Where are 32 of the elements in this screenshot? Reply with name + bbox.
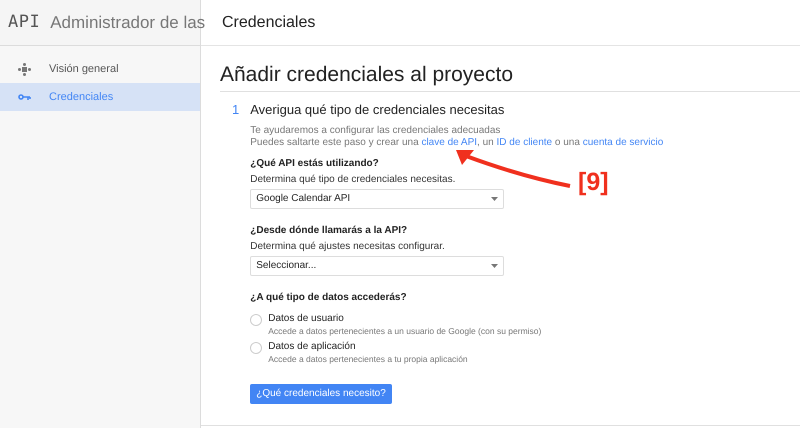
option-description: Accede a datos pertenecientes a un usuario de Google (con su permiso) xyxy=(268,326,542,336)
question-hint: Determina qué tipo de credenciales necesitas. xyxy=(250,174,456,186)
dropdown[interactable]: Google Calendar API xyxy=(250,189,504,209)
caret-icon xyxy=(491,264,498,268)
app-title: Administrador de las xyxy=(50,12,206,34)
radio-button[interactable] xyxy=(250,342,262,354)
question-title: ¿Desde dónde llamarás a la API? xyxy=(250,225,408,237)
sidebar-item[interactable]: Credenciales xyxy=(0,83,200,111)
link[interactable]: cuenta de servicio xyxy=(582,137,664,148)
option-label: Datos de usuario xyxy=(268,313,344,325)
question-title: ¿Qué API estás utilizando? xyxy=(250,158,379,170)
shortcut-text: Puedes saltarte este paso y crear una clave de API, un ID de cliente o una cuenta de servicio xyxy=(250,137,664,149)
option-description: Accede a datos pertenecientes a tu propia aplicación xyxy=(268,354,468,364)
move-icon xyxy=(18,62,31,76)
annotation-label: [9] xyxy=(578,170,609,195)
dropdown[interactable]: Seleccionar... xyxy=(250,256,504,276)
radio-button[interactable] xyxy=(250,314,262,326)
link[interactable]: clave de API xyxy=(421,137,478,148)
option-label: Datos de aplicación xyxy=(268,341,356,353)
question-hint: Determina qué ajustes necesitas configurar. xyxy=(250,241,445,253)
submit-button[interactable]: ¿Qué credenciales necesito? xyxy=(250,384,392,404)
sidebar-item[interactable]: Visión general xyxy=(0,55,200,83)
caret-icon xyxy=(491,197,498,201)
api-logo: API xyxy=(8,10,40,34)
help-text: Te ayudaremos a configurar las credenciales adecuadas xyxy=(250,125,500,137)
page-heading: Añadir credenciales al proyecto xyxy=(220,63,513,86)
key-icon xyxy=(18,93,31,101)
step-title: Averigua qué tipo de credenciales necesitas xyxy=(250,102,504,118)
step-number: 1 xyxy=(232,102,240,118)
question-title: ¿A qué tipo de datos accederás? xyxy=(250,292,407,304)
link[interactable]: ID de cliente xyxy=(496,137,552,148)
page-title: Credenciales xyxy=(222,12,316,32)
